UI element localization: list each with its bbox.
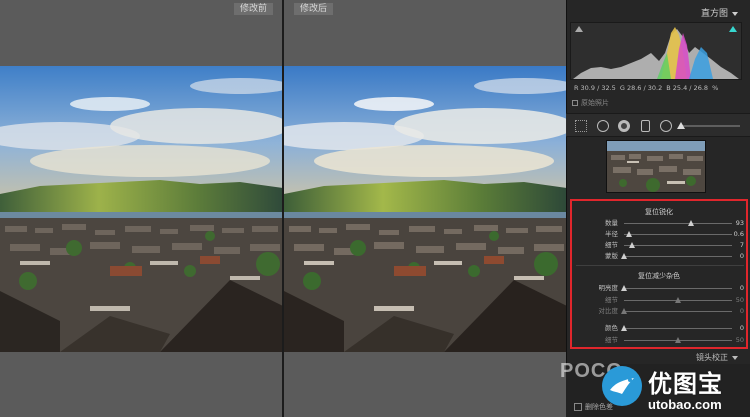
slider-track[interactable] bbox=[621, 285, 732, 291]
slider-handle-icon[interactable] bbox=[621, 253, 627, 259]
slider-handle-icon[interactable] bbox=[675, 296, 681, 303]
slider-label: 半径 bbox=[605, 230, 618, 238]
slider-row[interactable]: 细节 50 bbox=[572, 335, 746, 345]
slider-value[interactable]: 0 bbox=[740, 283, 744, 293]
red-eye-icon[interactable] bbox=[618, 120, 630, 132]
slider-value[interactable]: 50 bbox=[736, 295, 744, 305]
tool-strip bbox=[566, 113, 750, 137]
before-photo[interactable] bbox=[0, 66, 283, 352]
slider-track[interactable] bbox=[624, 220, 732, 226]
slider-value[interactable]: 7 bbox=[740, 240, 744, 250]
slider-value[interactable]: 0.6 bbox=[734, 229, 744, 239]
slider-knob-icon[interactable] bbox=[677, 122, 685, 129]
crop-overlay-icon[interactable] bbox=[575, 120, 587, 132]
detail-preview-thumbnail[interactable] bbox=[606, 140, 706, 193]
noise-reduction-section-title[interactable]: 复位减少杂色 bbox=[572, 271, 746, 281]
histogram-graph bbox=[573, 27, 739, 79]
slider-handle-icon[interactable] bbox=[675, 337, 681, 343]
sharpen-section-title[interactable]: 复位锐化 bbox=[572, 207, 746, 217]
slider-track[interactable] bbox=[624, 231, 732, 237]
slider-handle-icon[interactable] bbox=[628, 242, 635, 248]
slider-label: 颜色 bbox=[605, 324, 618, 332]
slider-track[interactable] bbox=[621, 308, 732, 314]
slider-row[interactable]: 对比度 0 bbox=[572, 306, 746, 316]
slider-track[interactable] bbox=[621, 253, 732, 259]
slider-row[interactable]: 数量 93 bbox=[572, 218, 746, 228]
shadow-clipping-icon[interactable] bbox=[575, 26, 583, 32]
histogram-title[interactable]: 直方图 bbox=[701, 6, 738, 19]
slider-value[interactable]: 93 bbox=[736, 218, 744, 228]
detail-panel-highlight: 复位锐化 数量 93 半径 0.6 细节 7 蒙版 0 复位减少杂色 明亮度 0 细节 50 对比度 0… bbox=[570, 199, 748, 349]
slider-label: 蒙版 bbox=[605, 252, 618, 260]
slider-label: 细节 bbox=[605, 241, 618, 249]
after-label: 修改后 bbox=[294, 3, 334, 15]
graduated-filter-icon[interactable] bbox=[641, 120, 650, 132]
slider-handle-icon[interactable] bbox=[687, 220, 694, 226]
brand-watermark: 优图宝 bbox=[648, 370, 723, 398]
slider-label: 细节 bbox=[605, 336, 618, 344]
slider-row[interactable]: 细节 50 bbox=[572, 295, 746, 305]
landscape-photo-image bbox=[284, 66, 566, 352]
slider-track[interactable] bbox=[624, 242, 732, 248]
slider-track[interactable] bbox=[624, 337, 732, 343]
slider-handle-icon[interactable] bbox=[621, 325, 627, 331]
slider-label: 对比度 bbox=[598, 307, 619, 315]
landscape-photo-image bbox=[0, 66, 283, 352]
section-divider bbox=[576, 265, 744, 266]
slider-value[interactable]: 0 bbox=[740, 306, 744, 316]
histogram[interactable] bbox=[570, 22, 742, 80]
after-pane[interactable]: 修改后 bbox=[284, 0, 566, 417]
slider-row[interactable]: 蒙版 0 bbox=[572, 251, 746, 261]
slider-value[interactable]: 50 bbox=[736, 335, 744, 345]
slider-label: 明亮度 bbox=[598, 284, 619, 292]
before-label: 修改前 bbox=[233, 3, 273, 15]
compare-view: 修改前 修改后 bbox=[0, 0, 566, 417]
adjustment-brush-icon[interactable] bbox=[660, 120, 672, 132]
slider-label: 细节 bbox=[605, 295, 618, 304]
slider-handle-icon[interactable] bbox=[621, 285, 627, 291]
rgb-readout: R 30.9 / 32.5 G 28.6 / 30.2 B 25.4 / 26.8 % bbox=[574, 84, 719, 92]
slider-row[interactable]: 细节 7 bbox=[572, 240, 746, 250]
thumbnail-image bbox=[607, 141, 705, 192]
tool-slider[interactable] bbox=[677, 122, 740, 129]
original-photo-toggle[interactable]: 原始照片 bbox=[572, 98, 609, 108]
highlight-clipping-icon[interactable] bbox=[729, 26, 737, 32]
before-pane[interactable]: 修改前 bbox=[0, 0, 283, 417]
checkbox-icon bbox=[572, 100, 578, 106]
after-photo[interactable] bbox=[284, 66, 566, 352]
slider-label: 数量 bbox=[605, 219, 618, 227]
slider-row[interactable]: 颜色 0 bbox=[572, 323, 746, 333]
slider-handle-icon[interactable] bbox=[626, 231, 633, 237]
slider-handle-icon[interactable] bbox=[621, 308, 627, 314]
bird-logo-icon bbox=[602, 366, 642, 406]
slider-track[interactable] bbox=[621, 325, 732, 331]
slider-row[interactable]: 明亮度 0 bbox=[572, 283, 746, 293]
slider-value[interactable]: 0 bbox=[740, 323, 744, 333]
slider-value[interactable]: 0 bbox=[740, 251, 744, 261]
slider-track[interactable] bbox=[624, 296, 732, 303]
slider-row[interactable]: 半径 0.6 bbox=[572, 229, 746, 239]
spot-removal-icon[interactable] bbox=[597, 120, 609, 132]
brand-url-watermark: utobao.com bbox=[648, 397, 722, 412]
lens-correction-title: 镜头校正 bbox=[696, 352, 738, 363]
